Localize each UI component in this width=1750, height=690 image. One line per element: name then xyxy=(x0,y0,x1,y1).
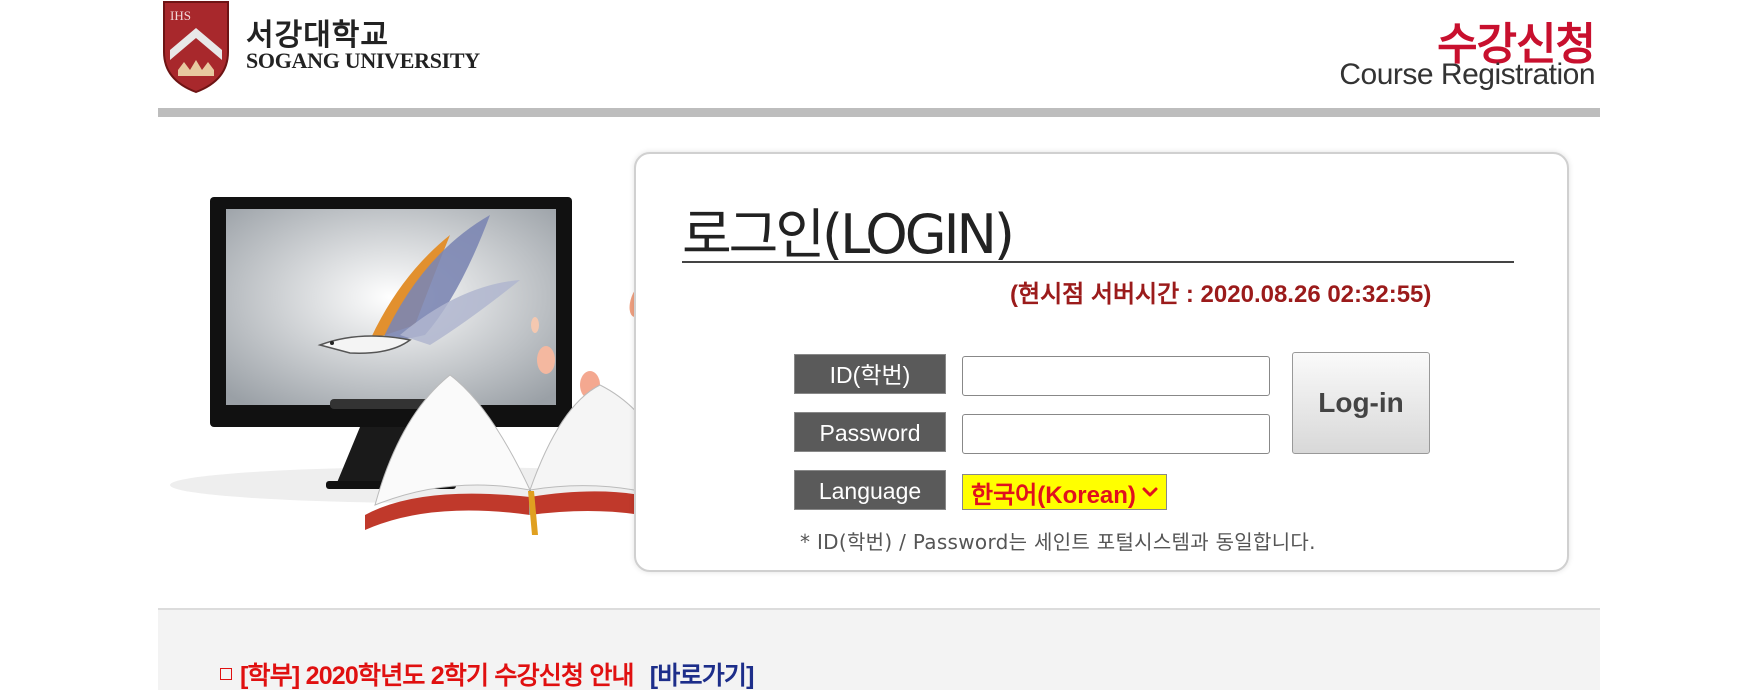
page-title-english: Course Registration xyxy=(1339,58,1595,91)
notice-item: [학부] 2020학년도 2학기 수강신청 안내 [바로가기] xyxy=(220,656,754,690)
svg-text:IHS: IHS xyxy=(170,8,191,23)
login-title-underline xyxy=(682,261,1514,263)
language-label: Language xyxy=(794,470,946,510)
server-time: (현시점 서버시간 : 2020.08.26 02:32:55) xyxy=(1010,281,1432,308)
header-divider xyxy=(158,108,1600,117)
password-label: Password xyxy=(794,412,946,452)
square-bullet-icon xyxy=(220,668,232,680)
school-name-english: SOGANG UNIVERSITY xyxy=(246,48,480,73)
id-label: ID(학번) xyxy=(794,354,946,394)
notice-text: [학부] 2020학년도 2학기 수강신청 안내 xyxy=(240,662,635,690)
page-header: IHS 서강대학교 SOGANG UNIVERSITY 수강신청 Course … xyxy=(0,0,1750,120)
notice-shortcut-link[interactable]: [바로가기] xyxy=(650,656,755,690)
crest-icon: IHS xyxy=(163,1,229,94)
chevron-down-icon xyxy=(1142,487,1158,497)
login-button[interactable]: Log-in xyxy=(1292,352,1430,454)
login-panel: 로그인(LOGIN) (현시점 서버시간 : 2020.08.26 02:32:… xyxy=(634,152,1569,572)
password-input[interactable] xyxy=(962,414,1270,454)
login-note: * ID(학번) / Password는 세인트 포털시스템과 동일합니다. xyxy=(800,530,1316,554)
login-title: 로그인(LOGIN) xyxy=(682,203,1015,266)
language-selected-value: 한국어(Korean) xyxy=(971,481,1136,509)
id-input[interactable] xyxy=(962,356,1270,396)
language-select[interactable]: 한국어(Korean) xyxy=(962,474,1167,510)
notice-area: [학부] 2020학년도 2학기 수강신청 안내 [바로가기] xyxy=(158,608,1600,690)
